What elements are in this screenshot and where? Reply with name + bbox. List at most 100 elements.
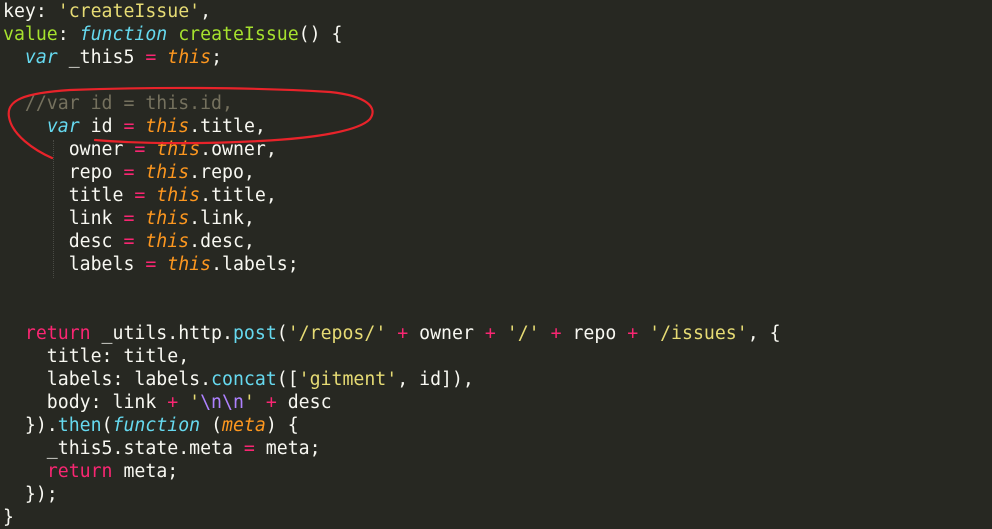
code-token: repo [3,162,124,183]
code-token: post [232,323,277,344]
code-token: \n\n [200,392,244,413]
code-line[interactable]: //var id = this.id, [3,92,233,115]
code-token: : [57,24,80,45]
code-token: key: [3,1,58,22]
code-token: ( [200,415,223,436]
code-token: + [550,323,562,344]
code-token: = [145,47,157,68]
code-token: this [145,208,190,229]
code-token: , { [747,323,781,344]
code-line[interactable]: var id = this.title, [3,115,266,138]
code-token: meta; [254,438,321,459]
code-line[interactable]: } [3,506,14,529]
code-token: labels: labels. [3,369,212,390]
code-line[interactable]: return meta; [3,460,178,483]
code-line[interactable]: }); [3,483,58,506]
code-token: _this5.state.meta [3,438,244,459]
code-token: title: title, [3,346,190,367]
code-token: .desc, [189,231,255,252]
code-line[interactable]: repo = this.repo, [3,161,255,184]
code-token: this [156,185,201,206]
code-token: = [134,139,146,160]
code-token: then [57,415,102,436]
code-editor[interactable]: key: 'createIssue', value: function creat… [0,0,992,529]
code-token: = [134,185,146,206]
code-token: _utils.http. [90,323,233,344]
code-line[interactable]: value: function createIssue() { [3,23,342,46]
code-token: function [79,24,168,45]
code-token: this [145,231,190,252]
code-token: } [3,507,14,528]
code-token: + [627,323,639,344]
code-token: //var id = this.id, [24,93,233,114]
code-token: + [484,323,496,344]
code-token: body: link [3,392,168,413]
code-token: meta [222,415,266,436]
code-token: = [145,254,157,275]
code-token: var [24,47,58,68]
code-token: + [167,392,179,413]
code-line[interactable]: owner = this.owner, [3,138,277,161]
code-token: = [243,438,255,459]
code-line[interactable]: var _this5 = this; [3,46,222,69]
code-token: }). [3,415,58,436]
code-token: _this5 [57,47,146,68]
code-token: link [3,208,124,229]
code-token: () { [298,24,343,45]
code-token: = [123,116,135,137]
code-token: = [123,231,135,252]
code-line[interactable]: key: 'createIssue', [3,0,211,23]
code-token: 'gitment' [298,369,398,390]
code-token: desc [3,231,124,252]
code-token: ) { [265,415,299,436]
code-line[interactable]: }).then(function (meta) { [3,414,299,437]
code-token: '/repos/' [287,323,387,344]
code-token: id [79,116,124,137]
code-token: ; [211,47,223,68]
code-line[interactable]: link = this.link, [3,207,255,230]
code-token: ( [276,323,288,344]
code-line[interactable]: title = this.title, [3,184,277,207]
code-token: labels [3,254,146,275]
code-token: .title, [189,116,266,137]
code-token: return [24,323,91,344]
code-line[interactable]: body: link + '\n\n' + desc [3,391,332,414]
code-token: , id]), [397,369,474,390]
code-token: = [123,208,135,229]
code-token: ( [101,415,113,436]
code-line[interactable]: return _utils.http.post('/repos/' + owne… [3,322,781,345]
code-token: .link, [189,208,255,229]
code-token: function [112,415,201,436]
code-line[interactable]: _this5.state.meta = meta; [3,437,321,460]
code-token: this [167,254,212,275]
code-line[interactable]: labels = this.labels; [3,253,299,276]
code-token: value [3,24,58,45]
code-token: concat [211,369,277,390]
code-line[interactable]: desc = this.desc, [3,230,255,253]
code-token: 'createIssue' [57,1,201,22]
code-token: .labels; [211,254,299,275]
code-token: this [145,162,190,183]
code-token: var [46,116,80,137]
code-token: this [167,47,212,68]
code-line[interactable]: title: title, [3,345,189,368]
code-line[interactable]: labels: labels.concat(['gitment', id]), [3,368,474,391]
